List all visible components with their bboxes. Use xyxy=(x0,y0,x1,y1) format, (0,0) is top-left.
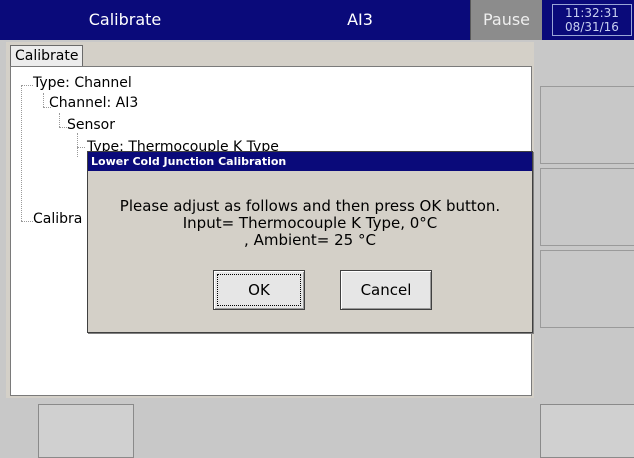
dialog-message-line-1: Please adjust as follows and then press … xyxy=(119,197,501,215)
bottom-button-right[interactable] xyxy=(540,404,634,458)
ok-button[interactable]: OK xyxy=(213,270,305,310)
tree-item-channel[interactable]: Channel: AI3 xyxy=(49,95,138,111)
calibration-dialog: Lower Cold Junction Calibration Please a… xyxy=(87,151,533,333)
tree-item-type[interactable]: Type: Channel xyxy=(33,75,132,91)
tree-connector xyxy=(59,127,67,128)
tab-calibrate[interactable]: Calibrate xyxy=(10,45,84,67)
dialog-message: Please adjust as follows and then press … xyxy=(88,198,532,249)
tree-connector xyxy=(21,221,33,222)
tree-item-sensor[interactable]: Sensor xyxy=(67,117,115,133)
side-button-3[interactable] xyxy=(540,250,634,328)
side-button-2[interactable] xyxy=(540,168,634,246)
clock: 11:32:31 08/31/16 xyxy=(552,4,632,36)
side-button-1[interactable] xyxy=(540,86,634,164)
tree-connector xyxy=(21,85,22,221)
bottom-button-left[interactable] xyxy=(38,404,134,458)
cancel-button[interactable]: Cancel xyxy=(340,270,432,310)
tree-connector xyxy=(77,147,85,148)
title-bar: Calibrate AI3 Pause 11:32:31 08/31/16 xyxy=(0,0,634,40)
tree-item-calibrate[interactable]: Calibra xyxy=(33,211,82,227)
dialog-title: Lower Cold Junction Calibration xyxy=(88,152,532,171)
pause-button[interactable]: Pause xyxy=(470,0,542,40)
tree-connector xyxy=(43,93,44,107)
screen-title: Calibrate xyxy=(88,10,162,29)
tree-connector xyxy=(77,133,78,157)
tree-connector xyxy=(21,85,33,86)
dialog-message-line-2: Input= Thermocouple K Type, 0°C xyxy=(182,214,438,232)
clock-date: 08/31/16 xyxy=(565,20,619,34)
channel-label: AI3 xyxy=(347,10,373,29)
clock-time: 11:32:31 xyxy=(565,6,619,20)
dialog-message-line-3: , Ambient= 25 °C xyxy=(244,231,376,249)
tree-connector xyxy=(59,113,60,127)
